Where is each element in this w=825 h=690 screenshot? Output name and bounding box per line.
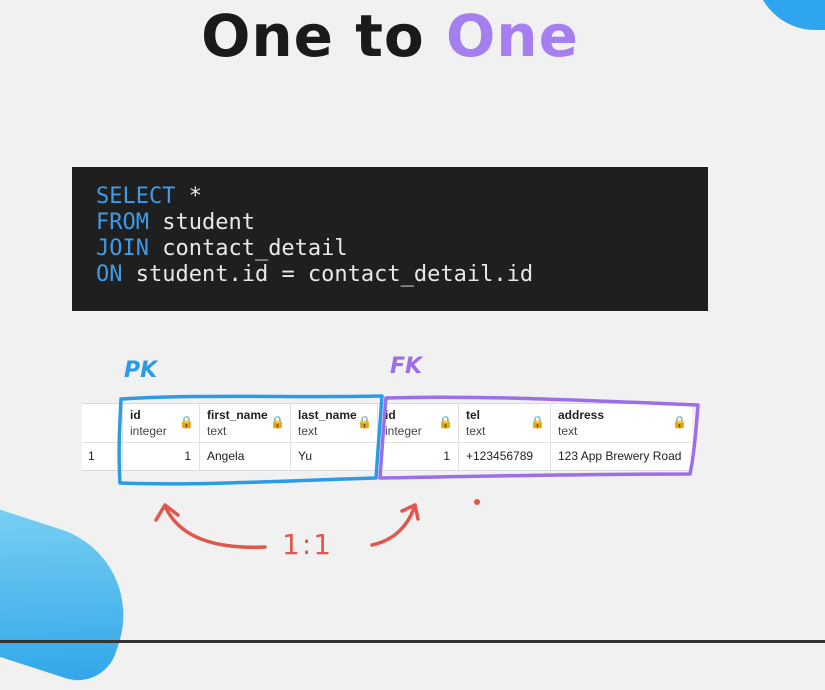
left-arrow [163, 504, 267, 550]
right-arrow [370, 506, 416, 547]
ratio-label: 1:1 [282, 528, 334, 561]
annotation-dot [474, 499, 480, 505]
fk-highlight-box [378, 395, 700, 480]
pk-label: PK [124, 358, 158, 383]
pk-highlight-box [117, 394, 384, 486]
fk-label: FK [390, 354, 423, 379]
annotation-layer [117, 394, 700, 550]
